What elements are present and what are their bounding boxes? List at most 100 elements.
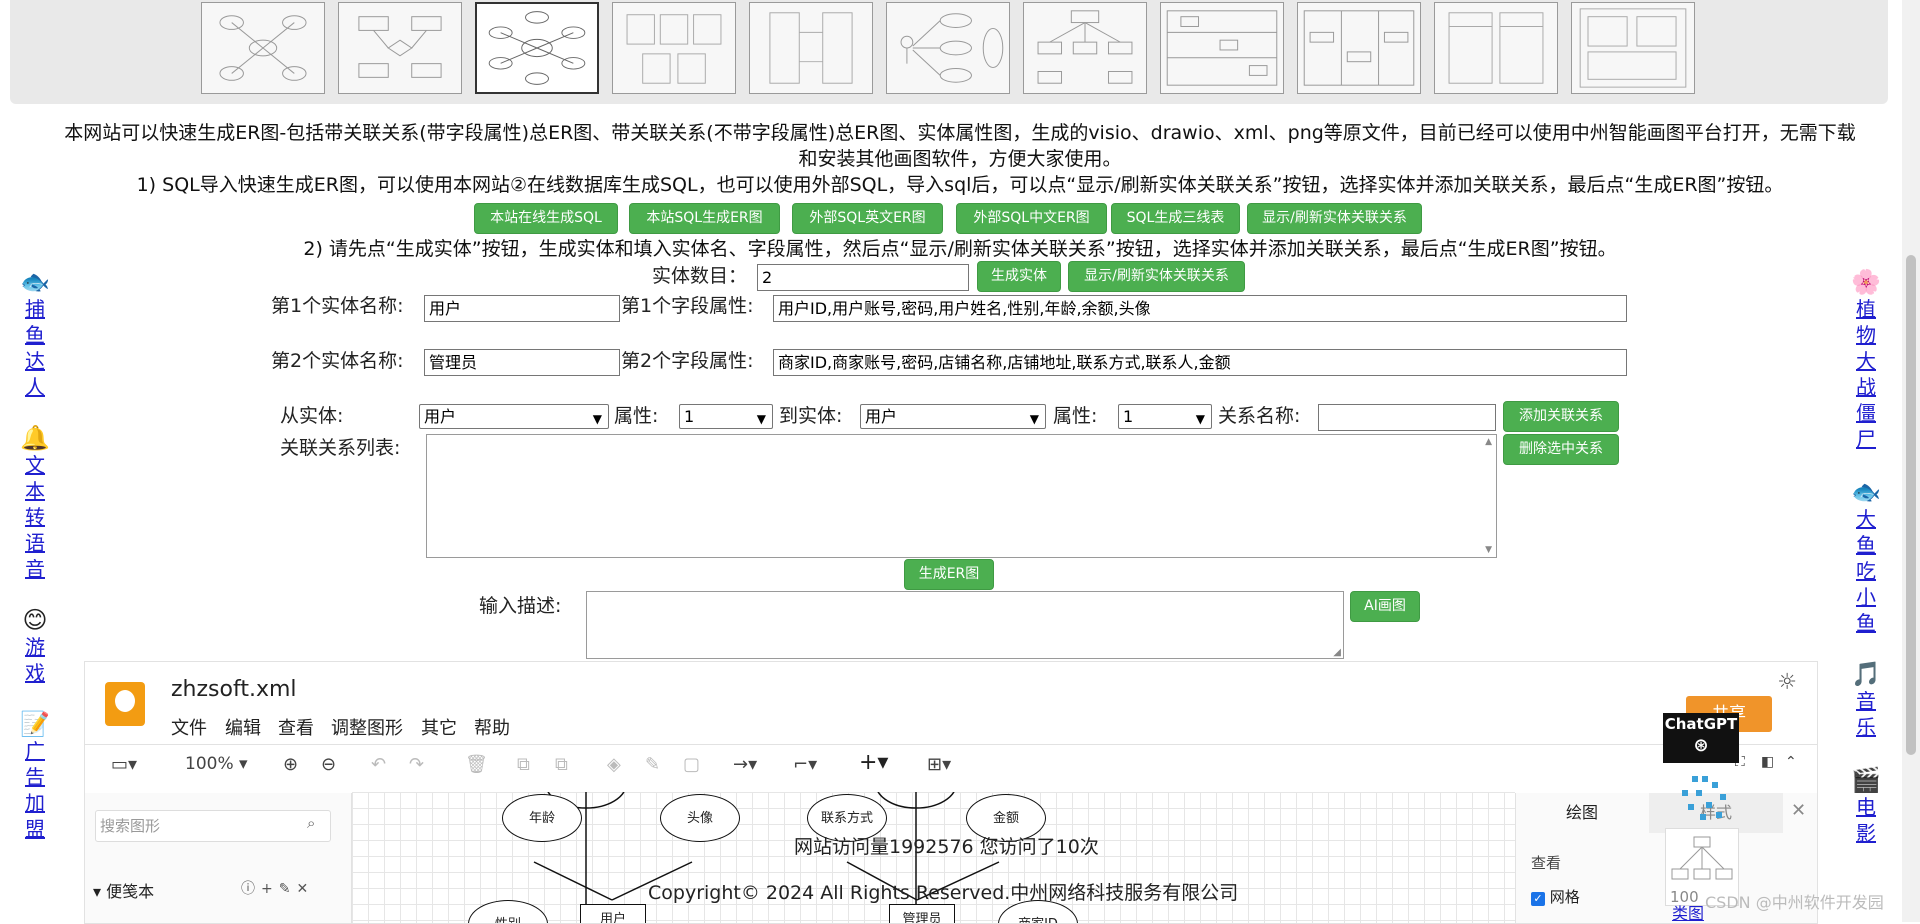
entity-node-admin[interactable]: 管理员 (889, 904, 955, 923)
delete-relation-button[interactable]: 删除选中关系 (1503, 434, 1619, 465)
relation-list-box[interactable]: ▲ ▼ (426, 434, 1497, 558)
menu-view[interactable]: 查看 (278, 714, 314, 740)
side-link-fishing[interactable]: 🐟 捕鱼达人 (17, 268, 53, 400)
external-sql-en-er-button[interactable]: 外部SQL英文ER图 (792, 203, 943, 234)
template-thumbnail[interactable] (475, 2, 599, 94)
attr-select-1[interactable]: 1 ▼ (679, 404, 773, 429)
side-link-music[interactable]: 🎵 音乐 (1848, 660, 1884, 740)
to-front-icon[interactable]: ⧉ (517, 754, 530, 775)
template-thumbnail[interactable] (338, 2, 462, 94)
resize-handle-icon[interactable]: ◢ (1333, 647, 1341, 658)
zoom-select[interactable]: 100% ▾ (185, 754, 248, 774)
insert-icon[interactable]: +▾ (859, 750, 888, 775)
chatgpt-label: ChatGPT (1664, 715, 1738, 733)
table-icon[interactable]: ⊞▾ (927, 754, 951, 775)
side-link-label[interactable]: 游戏 (25, 634, 45, 686)
ai-draw-button[interactable]: AI画图 (1350, 591, 1420, 622)
sql-three-line-table-button[interactable]: SQL生成三线表 (1111, 203, 1240, 234)
fill-color-icon[interactable]: ◈ (607, 754, 621, 775)
entity-2-name-input[interactable]: 管理员 (424, 349, 620, 376)
side-link-pvz[interactable]: 🌸 植物大战僵尸 (1848, 268, 1884, 452)
side-link-label[interactable]: 大鱼吃小鱼 (1856, 506, 1876, 636)
entity-1-fields-input[interactable]: 用户ID,用户账号,密码,用户姓名,性别,年龄,余额,头像 (773, 295, 1627, 322)
side-link-bigfish[interactable]: 🐟 大鱼吃小鱼 (1848, 478, 1884, 636)
template-thumbnail[interactable] (1571, 2, 1695, 94)
relation-name-input[interactable] (1318, 404, 1496, 431)
to-back-icon[interactable]: ⧉ (555, 754, 568, 775)
scratchpad-actions[interactable]: ⓘ+✎✕ (241, 878, 314, 898)
side-link-ads[interactable]: 📝 广告加盟 (17, 710, 53, 842)
side-link-label[interactable]: 文本转语音 (25, 452, 45, 582)
generate-er-button[interactable]: 生成ER图 (904, 559, 994, 590)
attr-select-2[interactable]: 1 ▼ (1118, 404, 1212, 429)
collapse-icon[interactable]: ⌃ (1785, 754, 1797, 770)
describe-textarea[interactable]: ◢ (586, 591, 1344, 659)
zoom-in-icon[interactable]: ⊕ (283, 754, 298, 775)
line-color-icon[interactable]: ✎ (645, 754, 660, 775)
connection-style-icon[interactable]: →▾ (733, 754, 757, 775)
menu-arrange[interactable]: 调整图形 (331, 714, 403, 740)
template-thumbnail[interactable] (886, 2, 1010, 94)
entity-1-name-input[interactable]: 用户 (424, 295, 620, 322)
to-entity-select[interactable]: 用户 ▼ (860, 404, 1046, 429)
side-link-label[interactable]: 音乐 (1856, 688, 1876, 740)
online-sql-button[interactable]: 本站在线生成SQL (474, 203, 618, 234)
redo-icon[interactable]: ↷ (409, 754, 424, 775)
template-thumbnail[interactable] (749, 2, 873, 94)
grid-checkbox[interactable]: ✓ 网格 (1531, 886, 1580, 907)
side-link-label[interactable]: 广告加盟 (25, 738, 45, 842)
side-link-label[interactable]: 捕鱼达人 (25, 296, 45, 400)
shadow-icon[interactable]: ▢ (683, 754, 700, 775)
template-thumbnail[interactable] (1160, 2, 1284, 94)
refresh-relations-button[interactable]: 显示/刷新实体关联关系 (1247, 203, 1422, 234)
chatgpt-widget[interactable]: ChatGPT ⊛ (1663, 713, 1739, 763)
template-thumbnail[interactable] (612, 2, 736, 94)
panel-toggle-icon[interactable]: ▭▾ (111, 754, 137, 775)
menu-file[interactable]: 文件 (171, 714, 207, 740)
scratchpad-header[interactable]: ▾ 便笺本 (93, 878, 154, 902)
attr-label-2: 属性: (1053, 405, 1098, 427)
zoom-out-icon[interactable]: ⊖ (321, 754, 336, 775)
format-panel-icon[interactable]: ◧ (1761, 754, 1774, 770)
entity-node-user[interactable]: 用户 (580, 904, 646, 923)
zoom-value: 100% (185, 754, 234, 774)
shape-search-input[interactable]: 搜索图形 (95, 810, 331, 842)
attr-node-avatar[interactable]: 头像 (660, 794, 740, 842)
side-link-label[interactable]: 电影 (1856, 794, 1876, 846)
template-thumbnail[interactable] (1297, 2, 1421, 94)
side-link-movie[interactable]: 🎬 电影 (1848, 766, 1884, 846)
menu-edit[interactable]: 编辑 (225, 714, 261, 740)
sql-er-button[interactable]: 本站SQL生成ER图 (629, 203, 780, 234)
delete-icon[interactable]: 🗑 (465, 754, 488, 775)
refresh-entity-relations-button[interactable]: 显示/刷新实体关联关系 (1068, 261, 1245, 292)
class-diagram-link[interactable]: 类图 (1672, 900, 1704, 924)
scroll-down-icon[interactable]: ▼ (1485, 545, 1492, 555)
theme-toggle-icon[interactable]: ☼ (1777, 670, 1797, 695)
attr-node-age[interactable]: 年龄 (502, 794, 582, 842)
scroll-up-icon[interactable]: ▲ (1485, 437, 1492, 447)
menu-other[interactable]: 其它 (421, 714, 457, 740)
side-link-game[interactable]: 😊 游戏 (17, 606, 53, 686)
flower-icon: 🌸 (1851, 268, 1881, 296)
waypoints-icon[interactable]: ⌐▾ (793, 754, 817, 775)
template-thumbnail[interactable] (201, 2, 325, 94)
page-scrollbar-thumb[interactable] (1906, 255, 1916, 755)
entity-2-fields-input[interactable]: 商家ID,商家账号,密码,店铺名称,店铺地址,联系方式,联系人,金额 (773, 349, 1627, 376)
page-scrollbar[interactable] (1902, 0, 1920, 922)
close-panel-icon[interactable]: ✕ (1791, 800, 1806, 821)
from-entity-select[interactable]: 用户 ▼ (419, 404, 609, 429)
template-thumbnail[interactable] (1023, 2, 1147, 94)
copyright: Copyright© 2024 All Rights Reserved.中州网络… (648, 882, 1239, 904)
file-name[interactable]: zhzsoft.xml (171, 677, 297, 702)
side-link-label[interactable]: 植物大战僵尸 (1856, 296, 1876, 452)
generate-entity-button[interactable]: 生成实体 (977, 261, 1061, 292)
add-relation-button[interactable]: 添加关联关系 (1503, 401, 1619, 432)
menu-help[interactable]: 帮助 (474, 714, 510, 740)
tab-draw[interactable]: 绘图 (1515, 793, 1649, 833)
side-link-tts[interactable]: 🔔 文本转语音 (17, 424, 53, 582)
external-sql-cn-er-button[interactable]: 外部SQL中文ER图 (956, 203, 1107, 234)
entity-count-input[interactable]: 2 (757, 264, 969, 291)
template-thumbnail[interactable] (1434, 2, 1558, 94)
search-icon[interactable]: ⌕ (307, 814, 315, 832)
undo-icon[interactable]: ↶ (371, 754, 386, 775)
